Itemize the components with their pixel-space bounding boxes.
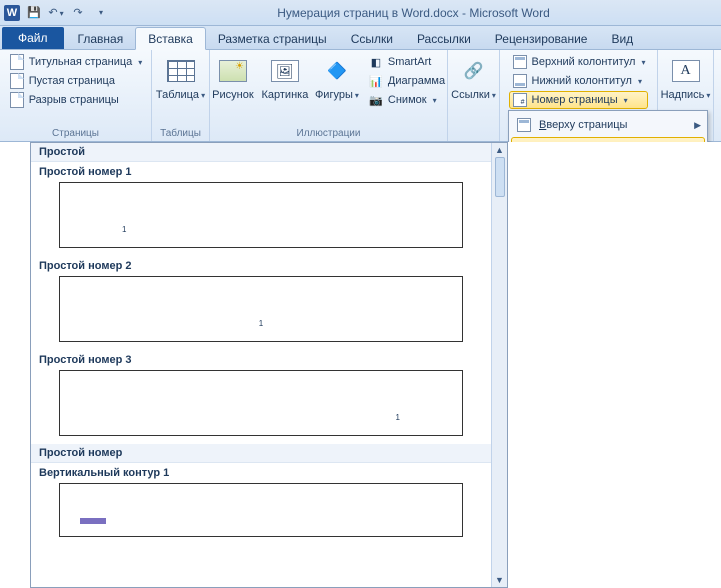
page-icon <box>9 54 25 70</box>
footer-label: Нижний колонтитул <box>532 75 632 87</box>
cover-page-button[interactable]: Титульная страница <box>6 53 146 71</box>
group-tables: Таблица Таблицы <box>152 50 210 141</box>
undo-icon: ↶ <box>48 6 57 19</box>
title-bar: W 💾 ↶ ↷ Нумерация страниц в Word.docx - … <box>0 0 721 26</box>
gallery-scrollbar[interactable]: ▲ ▼ <box>491 143 507 587</box>
clipart-icon: 🖼 <box>269 55 301 87</box>
page-icon <box>515 116 533 134</box>
work-area: Простой Простой номер 1 1 Простой номер … <box>0 142 721 588</box>
header-label: Верхний колонтитул <box>532 56 636 68</box>
chevron-right-icon: ▶ <box>694 120 701 131</box>
page-break-button[interactable]: Разрыв страницы <box>6 91 146 109</box>
gallery-section-simple-number: Простой номер <box>31 444 491 463</box>
gallery-section-simple: Простой <box>31 143 491 162</box>
header-button[interactable]: Верхний колонтитул <box>509 53 649 71</box>
clipart-label: Картинка <box>261 89 308 101</box>
blank-page-button[interactable]: Пустая страница <box>6 72 146 90</box>
shapes-button[interactable]: 🔷 Фигуры <box>313 53 361 101</box>
tab-mailings[interactable]: Рассылки <box>405 28 483 49</box>
footer-icon <box>512 73 528 89</box>
page-icon <box>9 92 25 108</box>
screenshot-icon: 📷 <box>368 92 384 108</box>
window-title: Нумерация страниц в Word.docx - Microsof… <box>110 6 717 20</box>
group-illustrations-label: Иллюстрации <box>210 128 447 139</box>
smartart-icon: ◧ <box>368 54 384 70</box>
page-number-gallery: Простой Простой номер 1 1 Простой номер … <box>30 142 508 588</box>
group-illustrations: Рисунок 🖼 Картинка 🔷 Фигуры ◧ SmartArt 📊 Диа… <box>210 50 448 141</box>
preview-accent <box>80 518 106 524</box>
header-icon <box>512 54 528 70</box>
page-number-label: Номер страницы <box>532 94 618 106</box>
page-break-label: Разрыв страницы <box>29 94 119 106</box>
textbox-button[interactable]: A Надпись <box>662 53 710 101</box>
chart-button[interactable]: 📊 Диаграмма <box>365 72 448 90</box>
chart-label: Диаграмма <box>388 75 445 87</box>
screenshot-button[interactable]: 📷 Снимок <box>365 91 448 109</box>
smartart-label: SmartArt <box>388 56 431 68</box>
menu-top-of-page[interactable]: Вверху страницы ▶ <box>511 113 705 137</box>
gallery-body: Простой Простой номер 1 1 Простой номер … <box>31 143 491 587</box>
tab-view[interactable]: Вид <box>599 28 645 49</box>
page-number-preview: 1 <box>396 413 400 422</box>
picture-icon <box>217 55 249 87</box>
group-pages: Титульная страница Пустая страница Разры… <box>0 50 152 141</box>
gallery-item-3[interactable]: 1 <box>59 370 463 436</box>
links-button[interactable]: 🔗 Ссылки <box>450 53 498 101</box>
textbox-icon: A <box>670 55 702 87</box>
picture-label: Рисунок <box>212 89 254 101</box>
page-number-preview: 1 <box>259 319 263 328</box>
table-icon <box>165 55 197 87</box>
group-links: 🔗 Ссылки <box>448 50 500 141</box>
screenshot-label: Снимок <box>388 94 427 106</box>
page-number-preview: 1 <box>122 225 126 234</box>
tab-references[interactable]: Ссылки <box>339 28 405 49</box>
smartart-button[interactable]: ◧ SmartArt <box>365 53 448 71</box>
footer-button[interactable]: Нижний колонтитул <box>509 72 649 90</box>
shapes-label: Фигуры <box>315 89 353 101</box>
tab-layout[interactable]: Разметка страницы <box>206 28 339 49</box>
cover-page-label: Титульная страница <box>29 56 133 68</box>
app-icon: W <box>4 5 20 21</box>
blank-page-label: Пустая страница <box>29 75 115 87</box>
page-number-button[interactable]: # Номер страницы <box>509 91 649 109</box>
scroll-thumb[interactable] <box>495 157 505 197</box>
ribbon-tabs: Файл Главная Вставка Разметка страницы С… <box>0 26 721 50</box>
gallery-item-3-title: Простой номер 3 <box>31 350 491 368</box>
group-tables-label: Таблицы <box>152 128 209 139</box>
gallery-item-1-title: Простой номер 1 <box>31 162 491 180</box>
qat-customize[interactable] <box>90 3 110 23</box>
table-label: Таблица <box>156 89 199 101</box>
save-button[interactable]: 💾 <box>24 3 44 23</box>
tab-insert[interactable]: Вставка <box>135 27 206 50</box>
page-icon <box>9 73 25 89</box>
undo-button[interactable]: ↶ <box>46 3 66 23</box>
gallery-item-4-title: Вертикальный контур 1 <box>31 463 491 481</box>
gallery-item-1[interactable]: 1 <box>59 182 463 248</box>
table-button[interactable]: Таблица <box>157 53 205 101</box>
scroll-down-icon[interactable]: ▼ <box>495 575 504 585</box>
gallery-item-2[interactable]: 1 <box>59 276 463 342</box>
picture-button[interactable]: Рисунок <box>209 53 257 101</box>
menu-top-label: Вверху страницы <box>539 119 627 131</box>
chart-icon: 📊 <box>368 73 384 89</box>
tab-review[interactable]: Рецензирование <box>483 28 600 49</box>
tab-file[interactable]: Файл <box>2 27 64 49</box>
gallery-item-4[interactable] <box>59 483 463 537</box>
quick-access-toolbar: 💾 ↶ ↷ <box>24 3 110 23</box>
clipart-button[interactable]: 🖼 Картинка <box>261 53 309 101</box>
textbox-label: Надпись <box>661 89 705 101</box>
link-icon: 🔗 <box>458 55 490 87</box>
scroll-up-icon[interactable]: ▲ <box>495 145 504 155</box>
tab-home[interactable]: Главная <box>66 28 136 49</box>
shapes-icon: 🔷 <box>321 55 353 87</box>
redo-button[interactable]: ↷ <box>68 3 88 23</box>
gallery-item-2-title: Простой номер 2 <box>31 256 491 274</box>
page-number-icon: # <box>512 92 528 108</box>
links-label: Ссылки <box>451 89 490 101</box>
group-pages-label: Страницы <box>0 128 151 139</box>
